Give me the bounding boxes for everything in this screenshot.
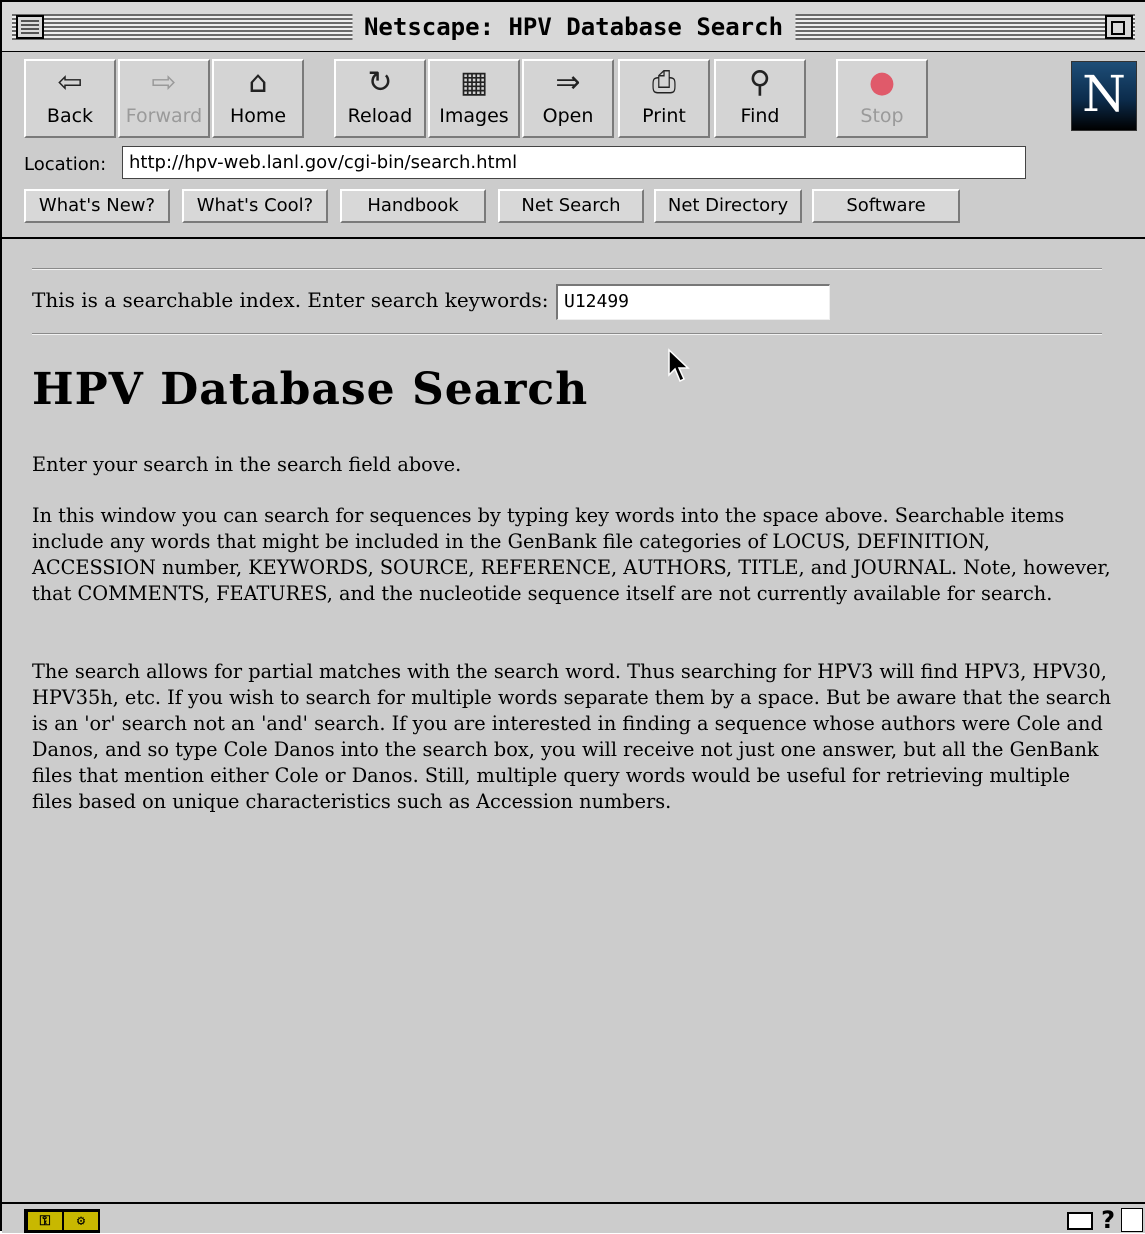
- images-icon: ▦: [459, 65, 489, 100]
- back-button[interactable]: ⇦ Back: [24, 59, 116, 138]
- stop-button[interactable]: ● Stop: [836, 59, 928, 138]
- partial-match-paragraph: The search allows for partial matches wi…: [32, 660, 1112, 813]
- net-search-button[interactable]: Net Search: [498, 189, 644, 223]
- whats-cool-button[interactable]: What's Cool?: [182, 189, 328, 223]
- status-bar: ⚿ ⚙ ?: [2, 1202, 1145, 1234]
- security-key-icon[interactable]: ⚿ ⚙: [24, 1209, 100, 1233]
- open-button[interactable]: ⇒ Open: [522, 59, 614, 138]
- forward-label: Forward: [125, 105, 203, 127]
- search-input[interactable]: U12499: [556, 284, 830, 320]
- stop-label: Stop: [860, 105, 904, 127]
- print-button[interactable]: ⎙ Print: [618, 59, 710, 138]
- page-content: This is a searchable index. Enter search…: [2, 240, 1145, 1202]
- horizontal-rule: [32, 333, 1102, 335]
- stop-icon: ●: [868, 65, 896, 100]
- home-button[interactable]: ⌂ Home: [212, 59, 304, 138]
- browser-window: Netscape: HPV Database Search ⇦ Back ⇨ F…: [0, 0, 1145, 1234]
- find-button[interactable]: ⚲ Find: [714, 59, 806, 138]
- handbook-button[interactable]: Handbook: [340, 189, 486, 223]
- mail-icon[interactable]: [1067, 1212, 1093, 1230]
- location-label: Location:: [24, 154, 107, 175]
- location-bar: Location: http://hpv-web.lanl.gov/cgi-bi…: [12, 146, 1132, 180]
- zoom-box-icon[interactable]: [1105, 15, 1133, 39]
- horizontal-rule: [32, 268, 1102, 270]
- help-icon[interactable]: ?: [1101, 1206, 1115, 1234]
- print-label: Print: [642, 105, 686, 127]
- netscape-logo[interactable]: N: [1071, 61, 1137, 131]
- net-directory-button[interactable]: Net Directory: [654, 189, 802, 223]
- whats-new-button[interactable]: What's New?: [24, 189, 170, 223]
- intro-paragraph: Enter your search in the search field ab…: [32, 453, 462, 476]
- find-label: Find: [740, 105, 780, 127]
- images-button[interactable]: ▦ Images: [428, 59, 520, 138]
- page-title: HPV Database Search: [32, 364, 589, 415]
- searchable-items-paragraph: In this window you can search for sequen…: [32, 504, 1111, 605]
- reload-icon: ↻: [367, 65, 393, 100]
- close-box-icon[interactable]: [16, 15, 44, 39]
- forward-button[interactable]: ⇨ Forward: [118, 59, 210, 138]
- mouse-pointer-icon: [668, 348, 690, 383]
- home-icon: ⌂: [248, 65, 268, 100]
- find-binoculars-icon: ⚲: [749, 65, 771, 100]
- back-label: Back: [46, 105, 94, 127]
- window-title: Netscape: HPV Database Search: [351, 10, 796, 44]
- images-label: Images: [439, 105, 509, 127]
- index-prompt: This is a searchable index. Enter search…: [32, 288, 549, 312]
- location-url-input[interactable]: http://hpv-web.lanl.gov/cgi-bin/search.h…: [122, 146, 1026, 179]
- open-icon: ⇒: [555, 65, 581, 100]
- print-icon: ⎙: [652, 65, 676, 100]
- open-label: Open: [542, 105, 594, 127]
- toolbar: ⇦ Back ⇨ Forward ⌂ Home ↻ Reload ▦ Image…: [2, 53, 1145, 239]
- reload-button[interactable]: ↻ Reload: [334, 59, 426, 138]
- forward-arrow-icon: ⇨: [151, 65, 177, 100]
- software-button[interactable]: Software: [812, 189, 960, 223]
- title-bar[interactable]: Netscape: HPV Database Search: [2, 2, 1145, 52]
- back-arrow-icon: ⇦: [57, 65, 83, 100]
- resize-icon[interactable]: [1121, 1208, 1143, 1232]
- home-label: Home: [229, 105, 287, 127]
- reload-label: Reload: [347, 105, 413, 127]
